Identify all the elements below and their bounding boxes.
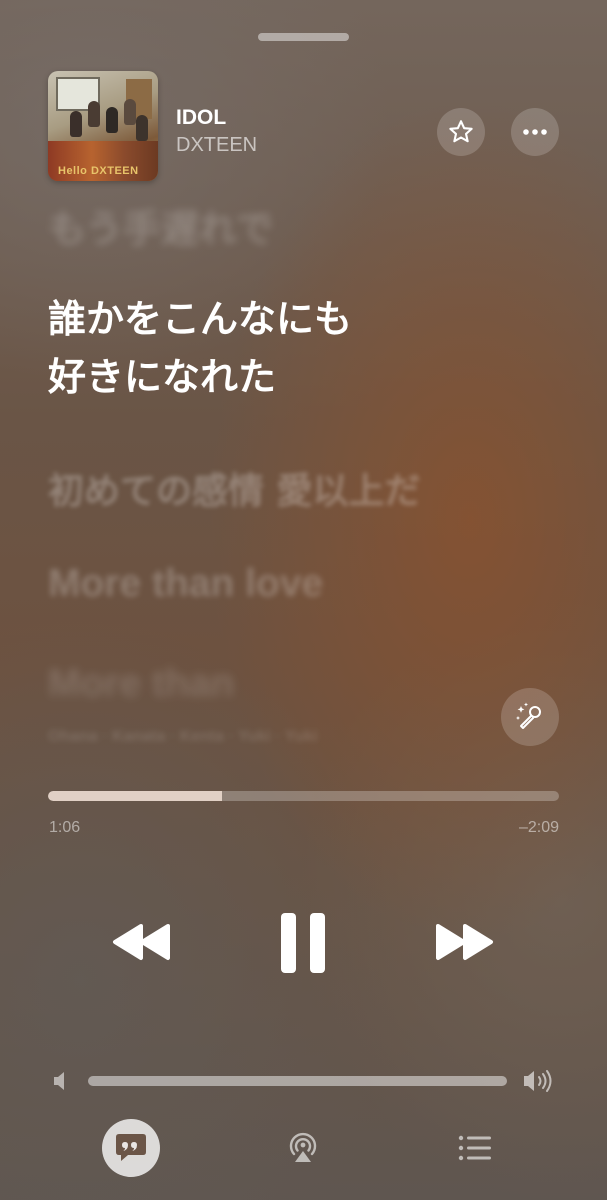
airplay-button[interactable] — [274, 1119, 332, 1177]
ellipsis-icon — [523, 129, 547, 135]
microphone-sparkle-icon — [516, 702, 541, 729]
volume-slider[interactable] — [88, 1076, 507, 1086]
artwork-figure — [136, 115, 148, 141]
track-artist[interactable]: DXTEEN — [176, 134, 257, 157]
pause-icon — [281, 913, 325, 973]
remaining-time: –2:09 — [518, 819, 559, 836]
favorite-button[interactable] — [437, 108, 485, 156]
artwork-figure — [70, 111, 82, 137]
volume-level-fill — [88, 1076, 507, 1086]
queue-button[interactable] — [446, 1119, 504, 1177]
rewind-button[interactable] — [104, 912, 180, 972]
lyric-current-line-2: 好きになれた — [48, 355, 277, 399]
now-playing-header: Hello DXTEEN IDOL DXTEEN — [48, 71, 559, 181]
lyric-line-next[interactable]: More than — [48, 662, 234, 706]
track-title[interactable]: IDOL — [176, 106, 226, 130]
star-icon — [449, 120, 473, 143]
album-artwork[interactable]: Hello DXTEEN — [48, 71, 158, 181]
sing-button[interactable] — [501, 688, 559, 746]
fast-forward-button[interactable] — [426, 912, 502, 972]
speaker-high-icon — [524, 1070, 552, 1092]
pause-button[interactable] — [270, 905, 336, 981]
speaker-low-icon — [54, 1072, 64, 1090]
lyric-line-current[interactable]: 誰かをこんなにも 好きになれた — [48, 290, 352, 406]
artwork-logo: Hello DXTEEN — [58, 165, 139, 177]
rewind-icon — [113, 924, 170, 960]
lyric-current-line-1: 誰かをこんなにも — [48, 297, 353, 341]
artwork-figure — [106, 107, 118, 133]
artwork-figure — [88, 101, 100, 127]
lyric-line-next[interactable]: More than love — [48, 562, 323, 606]
lyrics-quote-icon — [116, 1134, 146, 1161]
lyric-line-previous[interactable]: もう手遅れで — [48, 198, 274, 253]
lyric-line-next[interactable]: 初めての感情 愛以上だ — [48, 462, 421, 514]
fast-forward-icon — [436, 924, 493, 960]
artwork-figure — [124, 99, 136, 125]
playback-scrubber[interactable] — [48, 791, 559, 801]
playback-progress-fill — [48, 791, 222, 801]
airplay-icon — [289, 1132, 317, 1162]
more-options-button[interactable] — [511, 108, 559, 156]
sheet-grabber[interactable] — [258, 33, 349, 41]
elapsed-time: 1:06 — [49, 819, 81, 836]
lyrics-credits: Ohana · Kanata · Kenta · Yuki · Yuki — [48, 728, 318, 745]
lyrics-button[interactable] — [102, 1119, 160, 1177]
queue-list-icon — [458, 1135, 491, 1161]
